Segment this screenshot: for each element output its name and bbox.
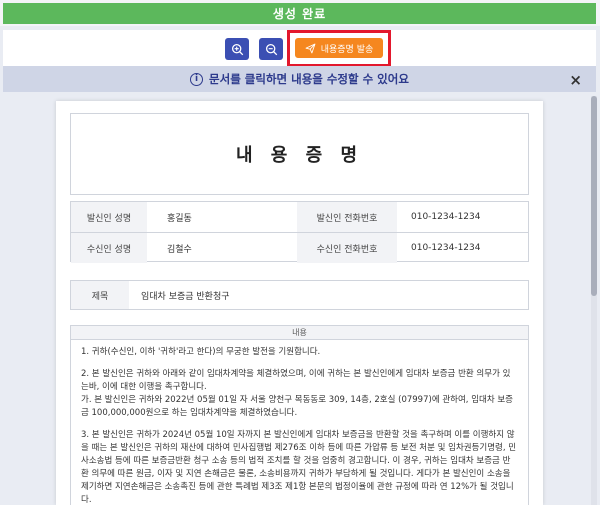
zoom-out-icon — [265, 43, 277, 55]
content-paragraph[interactable]: 2. 본 발신인은 귀하와 아래와 같이 임대차계약을 체결하였으며, 이에 귀… — [81, 368, 518, 420]
content-paragraph[interactable]: 3. 본 발신인은 귀하가 2024년 05월 10일 자까지 본 발신인에게 … — [81, 429, 518, 505]
document-page[interactable]: 내 용 증 명 발신인 성명 홍길동 발신인 전화번호 010-1234-123… — [56, 101, 543, 505]
zoom-in-icon — [231, 43, 243, 55]
receiver-name-label: 수신인 성명 — [71, 233, 147, 263]
subject-row: 제목 임대차 보증금 반환청구 — [70, 280, 529, 310]
document-title: 내 용 증 명 — [235, 145, 364, 166]
send-button-label: 내용증명 발송 — [320, 44, 374, 55]
send-button-highlight: 내용증명 발송 — [287, 30, 391, 67]
receiver-phone-value[interactable]: 010-1234-1234 — [401, 233, 528, 263]
completion-banner: 생성 완료 — [3, 3, 596, 24]
subject-value[interactable]: 임대차 보증금 반환청구 — [131, 281, 230, 309]
content-label: 내용 — [71, 326, 528, 340]
zoom-in-button[interactable] — [225, 38, 249, 60]
toolbar: 내용증명 발송 — [3, 30, 596, 67]
document-title-box: 내 용 증 명 — [70, 113, 529, 195]
notice-text: 문서를 클릭하면 내용을 수정할 수 있어요 — [209, 72, 409, 86]
receiver-name-value[interactable]: 김철수 — [157, 233, 287, 263]
scrollbar[interactable] — [591, 96, 597, 505]
send-certified-letter-button[interactable]: 내용증명 발송 — [295, 38, 383, 58]
sender-phone-value[interactable]: 010-1234-1234 — [401, 202, 528, 232]
zoom-out-button[interactable] — [259, 38, 283, 60]
edit-notice-bar: i 문서를 클릭하면 내용을 수정할 수 있어요 × — [3, 66, 596, 92]
scrollbar-thumb[interactable] — [591, 96, 597, 296]
sender-name-label: 발신인 성명 — [71, 202, 147, 232]
party-info-table: 발신인 성명 홍길동 발신인 전화번호 010-1234-1234 수신인 성명… — [70, 201, 529, 263]
content-body[interactable]: 1. 귀하(수신인, 이하 '귀하'라고 한다)의 무궁한 발전을 기원합니다.… — [71, 340, 528, 505]
subject-label: 제목 — [71, 281, 129, 309]
close-icon[interactable]: × — [569, 71, 582, 89]
top-bar: 생성 완료 — [0, 0, 600, 26]
sender-name-value[interactable]: 홍길동 — [157, 202, 287, 232]
info-icon: i — [190, 72, 204, 86]
sender-phone-label: 발신인 전화번호 — [297, 202, 397, 232]
receiver-phone-label: 수신인 전화번호 — [297, 233, 397, 263]
content-section: 내용 1. 귀하(수신인, 이하 '귀하'라고 한다)의 무궁한 발전을 기원합… — [70, 325, 529, 505]
paper-plane-icon — [305, 43, 316, 53]
content-paragraph[interactable]: 1. 귀하(수신인, 이하 '귀하'라고 한다)의 무궁한 발전을 기원합니다. — [81, 346, 518, 359]
